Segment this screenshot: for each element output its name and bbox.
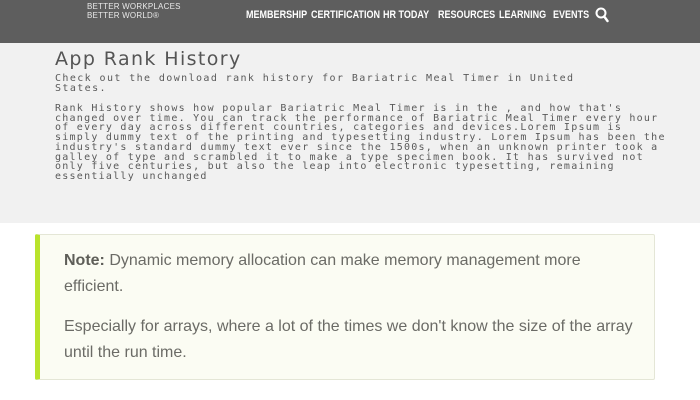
description-text: Rank History shows how popular Bariatric… bbox=[55, 103, 666, 182]
note-label: Note: bbox=[64, 252, 105, 269]
rank-history-section: App Rank History Check out the download … bbox=[0, 43, 700, 223]
nav-learning[interactable]: LEARNING bbox=[499, 9, 546, 21]
top-navigation-bar: BETTER WORKPLACES BETTER WORLD® MEMBERSH… bbox=[0, 0, 700, 43]
nav-resources[interactable]: RESOURCES bbox=[438, 9, 495, 21]
intro-text: Check out the download rank history for … bbox=[55, 73, 575, 94]
page-title: App Rank History bbox=[55, 48, 242, 70]
note-paragraph-2: Especially for arrays, where a lot of th… bbox=[64, 318, 633, 361]
note-paragraph-1: Note: Dynamic memory allocation can make… bbox=[64, 248, 644, 300]
note-box: Note: Dynamic memory allocation can make… bbox=[35, 234, 655, 380]
brand-logo[interactable]: BETTER WORKPLACES BETTER WORLD® bbox=[87, 2, 181, 20]
brand-line-2: BETTER WORLD® bbox=[87, 11, 160, 20]
nav-membership[interactable]: MEMBERSHIP bbox=[246, 9, 307, 21]
nav-hr-today[interactable]: HR TODAY bbox=[383, 9, 429, 21]
brand-line-1: BETTER WORKPLACES bbox=[87, 2, 181, 11]
search-icon[interactable] bbox=[595, 7, 609, 23]
nav-certification[interactable]: CERTIFICATION bbox=[311, 9, 380, 21]
nav-events[interactable]: EVENTS bbox=[553, 9, 589, 21]
note-text-1: Dynamic memory allocation can make memor… bbox=[64, 252, 581, 295]
